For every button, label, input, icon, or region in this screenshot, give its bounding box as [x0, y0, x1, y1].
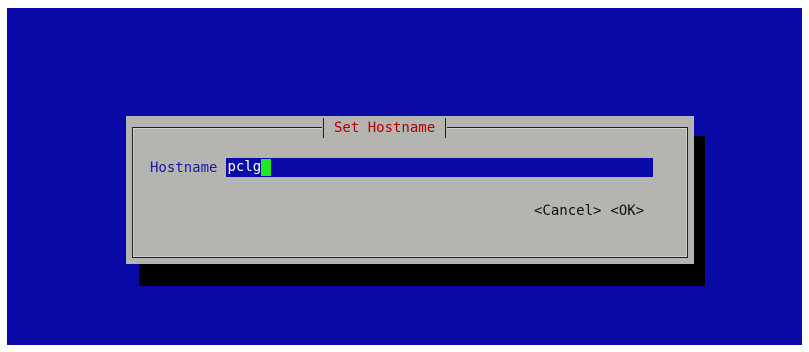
terminal-screen: Set Hostname Hostname pclg <Cancel> <OK> [7, 8, 802, 345]
text-cursor [261, 159, 272, 176]
hostname-label: Hostname [150, 159, 218, 176]
cancel-button[interactable]: <Cancel> [534, 203, 601, 219]
dialog-buttons: <Cancel> <OK> [534, 203, 644, 219]
hostname-row: Hostname pclg [150, 158, 654, 177]
hostname-input[interactable]: pclg [226, 158, 654, 177]
title-right-tick [445, 118, 447, 138]
set-hostname-dialog: Set Hostname Hostname pclg <Cancel> <OK> [126, 116, 694, 264]
hostname-value: pclg [227, 159, 262, 175]
dialog-title-bar: Set Hostname [322, 116, 448, 140]
ok-button[interactable]: <OK> [610, 203, 644, 219]
dialog-title: Set Hostname [334, 120, 436, 136]
dialog-frame [132, 127, 688, 258]
